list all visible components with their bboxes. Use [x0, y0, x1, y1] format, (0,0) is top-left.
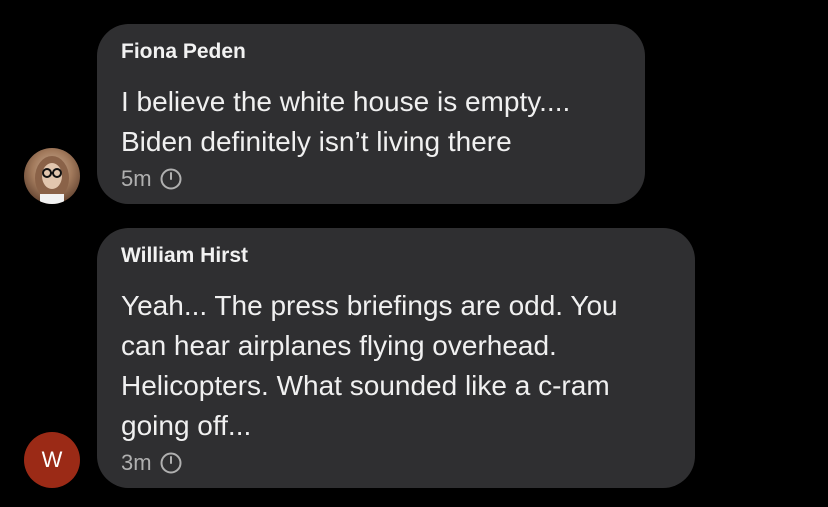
clock-icon	[160, 168, 182, 190]
comment-meta: 5m	[121, 166, 182, 192]
comment-thread: Fiona Peden I believe the white house is…	[0, 0, 828, 507]
comment-author[interactable]: Fiona Peden	[121, 40, 621, 64]
comment-author[interactable]: William Hirst	[121, 244, 671, 268]
avatar[interactable]: W	[24, 432, 80, 488]
comment-meta: 3m	[121, 450, 182, 476]
comment-text: Yeah... The press briefings are odd. You…	[121, 290, 618, 441]
clock-icon	[160, 452, 182, 474]
avatar-initial: W	[41, 447, 63, 472]
comment-time: 5m	[121, 166, 152, 191]
profile-photo-icon	[35, 156, 69, 204]
comment-bubble: Fiona Peden I believe the white house is…	[97, 24, 645, 204]
comment-bubble: William Hirst Yeah... The press briefing…	[97, 228, 695, 488]
comment-time: 3m	[121, 450, 152, 475]
avatar[interactable]	[24, 148, 80, 204]
comment-text: I believe the white house is empty.... B…	[121, 86, 571, 157]
